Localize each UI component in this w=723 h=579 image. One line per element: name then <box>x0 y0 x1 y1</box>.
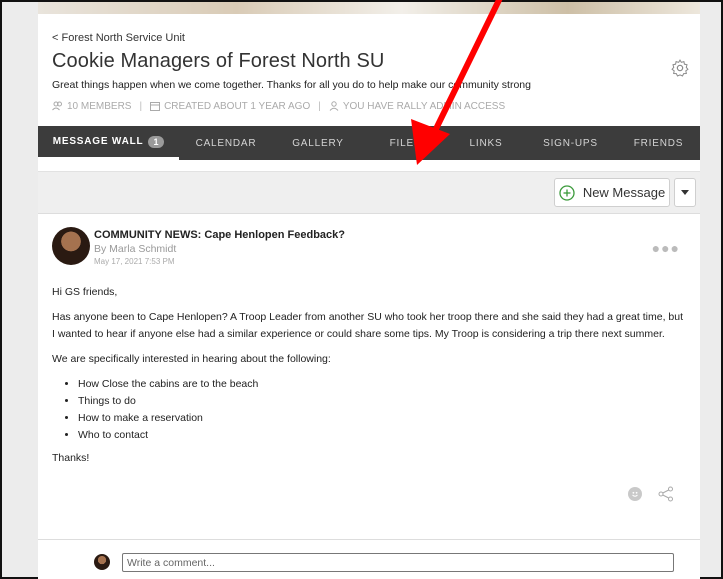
tab-friends[interactable]: FRIENDS <box>617 126 700 160</box>
group-card: < Forest North Service Unit Cookie Manag… <box>38 14 700 579</box>
post-closing: Thanks! <box>52 452 90 464</box>
tab-sign-ups[interactable]: SIGN-UPS <box>524 126 617 160</box>
smiley-icon[interactable] <box>628 487 642 501</box>
list-item: Things to do <box>78 393 688 410</box>
post-paragraph: We are specifically interested in hearin… <box>52 353 331 365</box>
members-meta[interactable]: 10 MEMBERS <box>52 101 131 112</box>
avatar[interactable] <box>52 227 90 265</box>
post-bullet-list: How Close the cabins are to the beach Th… <box>66 376 688 444</box>
list-item: Who to contact <box>78 427 688 444</box>
window-frame: < Forest North Service Unit Cookie Manag… <box>0 0 723 579</box>
members-icon <box>52 101 62 111</box>
group-header: < Forest North Service Unit Cookie Manag… <box>38 14 700 126</box>
banner-image <box>38 2 700 14</box>
calendar-icon <box>150 102 161 112</box>
access-meta: YOU HAVE RALLY ADMIN ACCESS <box>329 101 505 112</box>
tab-links[interactable]: LINKS <box>448 126 524 160</box>
message-count-badge: 1 <box>148 135 165 148</box>
new-message-button[interactable]: New Message <box>554 178 670 207</box>
tab-message-wall[interactable]: MESSAGE WALL 1 <box>38 126 179 160</box>
post-actions <box>628 486 674 502</box>
meta-separator: | <box>139 101 143 112</box>
comment-row <box>38 540 700 579</box>
share-icon[interactable] <box>658 486 674 502</box>
post-paragraph: Has anyone been to Cape Henlopen? A Troo… <box>52 311 683 340</box>
page-title: Cookie Managers of Forest North SU <box>52 50 385 72</box>
group-meta: 10 MEMBERS | CREATED ABOUT 1 YEAR AGO | … <box>52 101 686 112</box>
post-title[interactable]: COMMUNITY NEWS: Cape Henlopen Feedback? <box>94 229 345 241</box>
group-tagline: Great things happen when we come togethe… <box>52 79 531 91</box>
tab-calendar[interactable]: CALENDAR <box>179 126 273 160</box>
comment-input[interactable] <box>122 553 674 572</box>
plus-circle-icon <box>559 184 575 201</box>
list-item: How to make a reservation <box>78 410 688 427</box>
gear-icon[interactable] <box>670 58 690 78</box>
list-item: How Close the cabins are to the beach <box>78 376 688 393</box>
post-author: By Marla Schmidt <box>94 243 177 255</box>
message-toolbar: New Message <box>38 171 700 214</box>
post-date: May 17, 2021 7:53 PM <box>94 257 175 266</box>
post-greeting: Hi GS friends, <box>52 286 118 298</box>
avatar <box>94 554 110 570</box>
new-message-dropdown-button[interactable] <box>674 178 696 207</box>
post-body: Hi GS friends, Has anyone been to Cape H… <box>52 284 688 475</box>
tab-files[interactable]: FILES <box>363 126 448 160</box>
tab-bar: MESSAGE WALL 1 CALENDAR GALLERY FILES LIN… <box>38 126 700 160</box>
user-icon <box>329 101 339 112</box>
tab-gallery[interactable]: GALLERY <box>273 126 363 160</box>
meta-separator: | <box>318 101 321 112</box>
created-meta: CREATED ABOUT 1 YEAR AGO <box>150 101 310 112</box>
back-link[interactable]: < Forest North Service Unit <box>52 32 686 44</box>
ellipsis-icon[interactable]: ●●● <box>652 240 680 256</box>
caret-down-icon <box>681 190 689 195</box>
